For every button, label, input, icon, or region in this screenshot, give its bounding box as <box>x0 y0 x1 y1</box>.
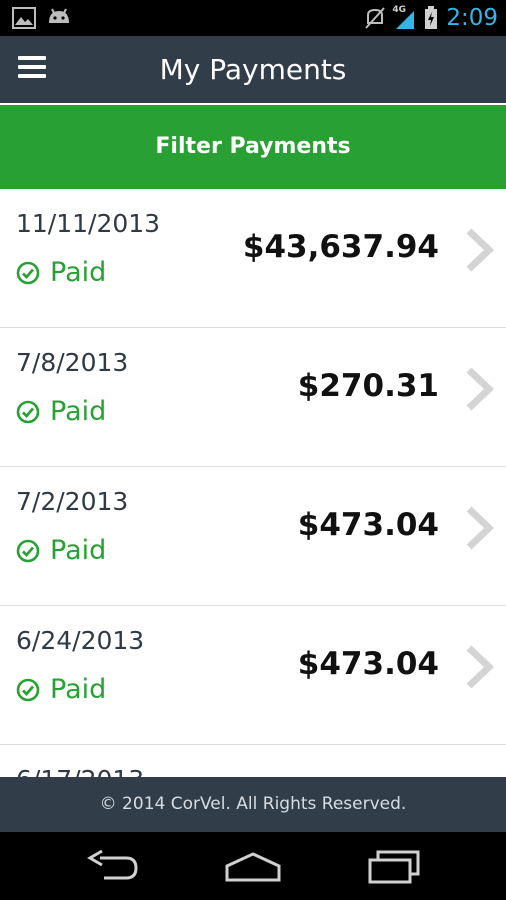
filter-payments-button[interactable]: Filter Payments <box>0 105 506 189</box>
chevron-right-icon <box>466 367 494 411</box>
payment-row[interactable]: 7/8/2013 Paid $270.31 <box>0 328 506 467</box>
signal-icon: 4G <box>392 5 416 31</box>
payment-row[interactable]: 6/24/2013 Paid $473.04 <box>0 606 506 745</box>
status-bar: 4G 2:09 <box>0 0 506 36</box>
check-circle-icon <box>16 400 40 423</box>
chevron-right-icon <box>466 228 494 272</box>
check-circle-icon <box>16 678 40 701</box>
payment-amount: $473.04 <box>297 646 439 682</box>
payment-date: 11/11/2013 <box>16 209 161 238</box>
chevron-right-icon <box>466 506 494 550</box>
payment-status-label: Paid <box>50 396 107 427</box>
recent-apps-icon[interactable] <box>364 848 424 884</box>
payment-date: 6/17/2013 <box>16 765 144 777</box>
android-icon <box>49 8 69 23</box>
back-icon[interactable] <box>82 848 142 884</box>
payment-date: 7/2/2013 <box>16 487 129 516</box>
payment-status-label: Paid <box>50 674 107 705</box>
payment-status-label: Paid <box>50 535 107 566</box>
payment-amount: $43,637.94 <box>242 229 439 265</box>
payment-status: Paid <box>16 674 106 705</box>
payment-amount: $473.04 <box>297 507 439 543</box>
status-time: 2:09 <box>446 5 498 31</box>
home-icon[interactable] <box>223 848 283 884</box>
gallery-icon <box>12 7 36 29</box>
payment-date: 6/24/2013 <box>16 626 145 655</box>
payment-row[interactable]: 6/17/2013 <box>0 745 506 777</box>
payment-status: Paid <box>16 396 106 427</box>
payment-amount: $270.31 <box>297 368 439 404</box>
check-circle-icon <box>16 261 40 284</box>
payment-date: 7/8/2013 <box>16 348 129 377</box>
payment-row[interactable]: 7/2/2013 Paid $473.04 <box>0 467 506 606</box>
payment-row[interactable]: 11/11/2013 Paid $43,637.94 <box>0 189 506 328</box>
check-circle-icon <box>16 539 40 562</box>
footer-copyright: © 2014 CorVel. All Rights Reserved. <box>0 777 506 832</box>
system-nav-bar <box>0 832 506 900</box>
battery-charging-icon <box>425 6 438 29</box>
app-bar: My Payments <box>0 36 506 103</box>
payment-status: Paid <box>16 535 106 566</box>
chevron-right-icon <box>466 645 494 689</box>
mute-icon <box>365 7 386 29</box>
payment-status: Paid <box>16 257 106 288</box>
payment-status-label: Paid <box>50 257 107 288</box>
page-title: My Payments <box>159 53 347 86</box>
payment-list: 11/11/2013 Paid $43,637.94 7/8/2013 Paid… <box>0 189 506 777</box>
